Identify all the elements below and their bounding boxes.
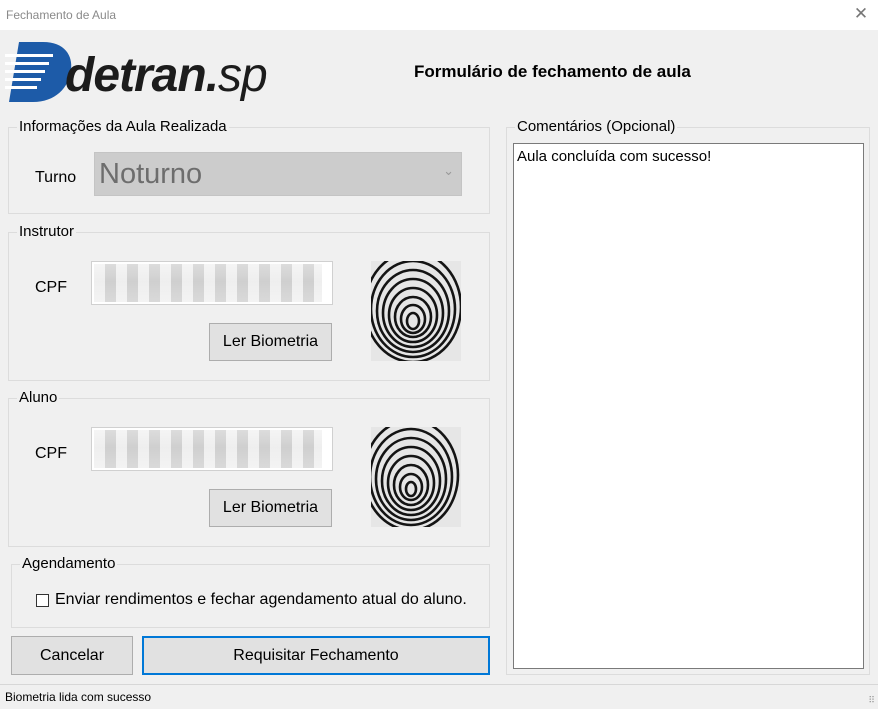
enviar-rendimentos-checkbox[interactable] (36, 594, 49, 607)
status-bar: Biometria lida com sucesso ⠿ (0, 684, 878, 709)
instrutor-group-title: Instrutor (17, 223, 77, 241)
chevron-down-icon: ⌄ (443, 163, 454, 178)
agendamento-group-title: Agendamento (20, 555, 118, 573)
turno-select-value: Noturno (99, 158, 203, 190)
close-icon[interactable]: ✕ (852, 5, 870, 23)
aula-info-group: Informações da Aula Realizada Turno Notu… (8, 118, 490, 214)
requisitar-fechamento-button[interactable]: Requisitar Fechamento (142, 636, 490, 675)
pixelated-cpf-mask (94, 264, 322, 302)
detran-logo: detran.sp (5, 38, 275, 108)
status-text: Biometria lida com sucesso (5, 690, 152, 704)
aluno-group-title: Aluno (17, 389, 60, 407)
form-title: Formulário de fechamento de aula (414, 62, 691, 81)
comentarios-group: Comentários (Opcional) Aula concluída co… (506, 118, 870, 675)
aluno-ler-biometria-button[interactable]: Ler Biometria (209, 489, 332, 527)
aula-info-group-title: Informações da Aula Realizada (17, 118, 229, 136)
fingerprint-icon (371, 261, 461, 361)
agendamento-group: Agendamento Enviar rendimentos e fechar … (11, 555, 490, 628)
cancel-button[interactable]: Cancelar (11, 636, 133, 675)
aluno-group: Aluno CPF Ler Biometria (8, 389, 490, 547)
aluno-cpf-label: CPF (35, 445, 67, 462)
title-bar: Fechamento de Aula ✕ (0, 0, 878, 30)
comentarios-group-title: Comentários (Opcional) (515, 118, 678, 136)
aluno-cpf-field[interactable] (91, 427, 333, 471)
fingerprint-icon (371, 427, 461, 527)
window-title: Fechamento de Aula (6, 8, 117, 22)
instrutor-cpf-label: CPF (35, 279, 67, 296)
resize-grip-icon[interactable]: ⠿ (868, 695, 875, 706)
turno-label: Turno (35, 169, 77, 186)
pixelated-cpf-mask (94, 430, 322, 468)
turno-select[interactable]: Noturno ⌄ (94, 152, 462, 196)
comentarios-textarea[interactable]: Aula concluída com sucesso! (513, 143, 864, 669)
instrutor-ler-biometria-button[interactable]: Ler Biometria (209, 323, 332, 361)
instrutor-group: Instrutor CPF Ler Biometria (8, 223, 490, 381)
enviar-rendimentos-label[interactable]: Enviar rendimentos e fechar agendamento … (55, 591, 467, 609)
instrutor-cpf-field[interactable] (91, 261, 333, 305)
detran-wordmark: detran.sp (65, 49, 268, 102)
